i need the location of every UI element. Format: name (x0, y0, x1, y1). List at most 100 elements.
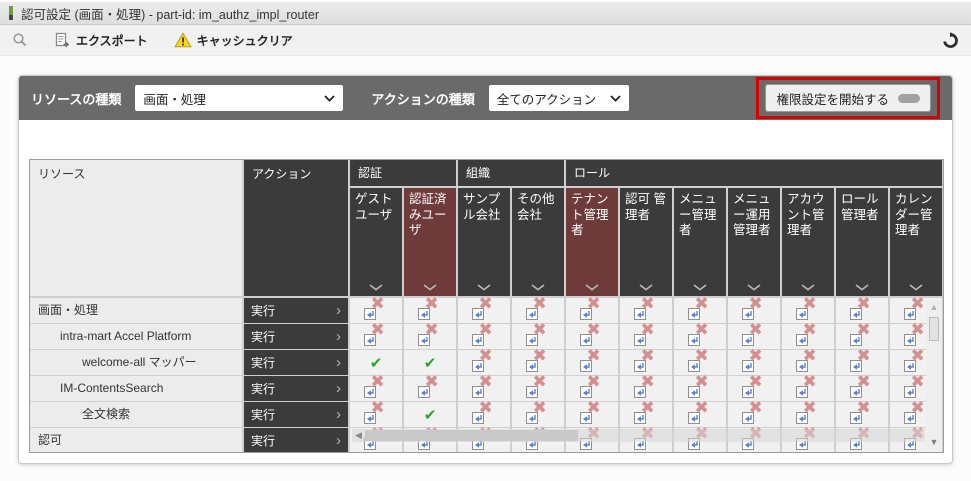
chevron-right-icon: › (336, 302, 341, 319)
chevron-right-icon: › (336, 380, 341, 397)
chevron-right-icon: › (336, 354, 341, 371)
refresh-button[interactable] (942, 31, 959, 49)
resource-cell: intra-mart Accel Platform (30, 324, 242, 349)
authorization-matrix-table: リソース アクション 認証 組織 ロール ゲストユーザ 認証済みユーザ サンプル会社 その… (29, 159, 944, 453)
vertical-scrollbar-thumb[interactable] (929, 317, 939, 341)
export-icon (55, 32, 70, 48)
action-cell[interactable]: 実行 › (244, 428, 348, 452)
column-header-label: その他会社 (517, 192, 555, 222)
inherit-deny-icon: ✖ (363, 295, 390, 321)
horizontal-scrollbar-thumb[interactable] (364, 430, 578, 441)
action-type-select[interactable]: 全てのアクション (488, 85, 629, 111)
action-cell[interactable]: 実行 › (244, 324, 348, 349)
chevron-down-icon (531, 284, 545, 291)
vertical-scrollbar[interactable]: ▲ ▼ (926, 300, 942, 450)
chevron-down-icon (585, 284, 599, 291)
inherit-deny-icon: ✖ (525, 399, 552, 425)
column-header[interactable]: 認可 管理者 (620, 188, 672, 296)
inherit-deny-icon: ✖ (417, 373, 444, 399)
warning-icon (173, 32, 192, 48)
inherit-deny-icon: ✖ (579, 399, 606, 425)
chevron-down-icon (324, 94, 336, 102)
inherit-deny-icon: ✖ (363, 321, 390, 347)
scroll-up-icon[interactable]: ▲ (930, 303, 939, 312)
column-header-label: メニュー運用管理者 (733, 192, 771, 238)
scroll-left-icon[interactable]: ◀ (355, 430, 362, 441)
column-header[interactable]: 認証済みユーザ (404, 188, 456, 296)
inherit-deny-icon: ✖ (363, 373, 390, 399)
cache-clear-button[interactable]: キャッシュクリア (173, 32, 293, 49)
column-header[interactable]: メニュー運用管理者 (728, 188, 780, 296)
permission-cell-deny[interactable]: ✖ (404, 373, 456, 401)
inherit-deny-icon: ✖ (795, 321, 822, 347)
column-header[interactable]: アカウント管理者 (782, 188, 834, 296)
resource-cell: IM-ContentsSearch (30, 376, 242, 401)
chevron-down-icon (693, 284, 707, 291)
inherit-deny-icon: ✖ (687, 373, 714, 399)
column-header-label: テナント管理者 (571, 192, 609, 238)
search-button[interactable] (12, 32, 28, 48)
inherit-deny-icon: ✖ (687, 399, 714, 425)
inherit-deny-icon: ✖ (633, 295, 660, 321)
export-button[interactable]: エクスポート (54, 32, 148, 49)
column-header-label: アカウント管理者 (787, 192, 825, 238)
scroll-down-icon[interactable]: ▼ (930, 438, 939, 447)
inherit-deny-icon: ✖ (633, 399, 660, 425)
inherit-deny-icon: ✖ (741, 295, 768, 321)
inherit-deny-icon: ✖ (471, 373, 498, 399)
column-header[interactable]: テナント管理者 (566, 188, 618, 296)
column-header-label: カレンダー管理者 (895, 192, 933, 238)
permission-cell-deny[interactable]: ✖ (404, 321, 456, 349)
inherit-deny-icon: ✖ (687, 321, 714, 347)
resource-type-select[interactable]: 画面・処理 (135, 85, 344, 111)
resource-cell: welcome-all マッパー (30, 350, 242, 375)
header-groups-row: 認証 組織 ロール (350, 160, 943, 186)
window-title-bar: 認可設定 (画面・処理) - part-id: im_authz_impl_ro… (0, 0, 971, 25)
chevron-down-icon (477, 284, 491, 291)
resource-column-header: リソース (30, 160, 242, 296)
export-label: エクスポート (76, 33, 148, 48)
inherit-deny-icon: ✖ (741, 347, 768, 373)
action-type-value: 全てのアクション (496, 92, 597, 107)
chevron-down-icon (855, 284, 869, 291)
horizontal-scrollbar[interactable]: ◀ (352, 429, 925, 442)
column-header-label: ゲストユーザ (355, 192, 393, 222)
column-header[interactable]: その他会社 (512, 188, 564, 296)
inherit-deny-icon: ✖ (849, 295, 876, 321)
column-header[interactable]: カレンダー管理者 (890, 188, 942, 296)
permission-cell-deny[interactable]: ✖ (350, 321, 402, 349)
action-cell[interactable]: 実行 › (244, 298, 348, 323)
column-header[interactable]: メニュー管理者 (674, 188, 726, 296)
inherit-deny-icon: ✖ (741, 399, 768, 425)
chevron-down-icon (423, 284, 437, 291)
inherit-deny-icon: ✖ (579, 373, 606, 399)
column-header[interactable]: ゲストユーザ (350, 188, 402, 296)
grid-header: 認証 組織 ロール ゲストユーザ 認証済みユーザ サンプル会社 その他会社 テナント管理者認… (350, 160, 943, 296)
action-cell[interactable]: 実行 › (244, 402, 348, 427)
action-cell[interactable]: 実行 › (244, 376, 348, 401)
resource-cell: 認可 (30, 428, 242, 452)
inherit-deny-icon: ✖ (795, 373, 822, 399)
inherit-deny-icon: ✖ (579, 347, 606, 373)
refresh-icon (943, 31, 958, 48)
start-permission-setting-button[interactable]: 権限設定を開始する (765, 84, 931, 112)
inherit-deny-icon: ✖ (525, 295, 552, 321)
inherit-deny-icon: ✖ (741, 373, 768, 399)
inherit-deny-icon: ✖ (795, 295, 822, 321)
start-permission-setting-label: 権限設定を開始する (776, 92, 889, 107)
inherit-deny-icon: ✖ (363, 399, 390, 425)
column-header[interactable]: サンプル会社 (458, 188, 510, 296)
column-header-label: サンプル会社 (463, 192, 501, 222)
toolbar: エクスポート キャッシュクリア (0, 25, 971, 56)
action-cell[interactable]: 実行 › (244, 350, 348, 375)
header-columns-row: ゲストユーザ 認証済みユーザ サンプル会社 その他会社 テナント管理者 認可 管理者 メニュ… (350, 188, 943, 296)
inherit-deny-icon: ✖ (741, 321, 768, 347)
chevron-down-icon (747, 284, 761, 291)
column-header[interactable]: ロール管理者 (836, 188, 888, 296)
inherit-deny-icon: ✖ (849, 373, 876, 399)
red-highlight-annotation: 権限設定を開始する (756, 77, 940, 119)
inherit-deny-icon: ✖ (525, 347, 552, 373)
column-header-label: メニュー管理者 (679, 192, 717, 238)
inherit-deny-icon: ✖ (579, 295, 606, 321)
resource-cell: 全文検索 (30, 402, 242, 427)
